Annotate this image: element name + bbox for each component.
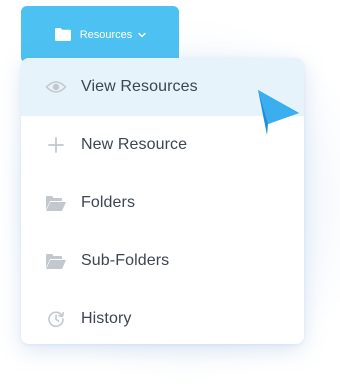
menu-item-label: Folders — [81, 194, 136, 211]
folder-open-icon — [45, 192, 67, 214]
history-icon — [45, 308, 67, 330]
resources-dropdown-button[interactable]: Resources — [21, 6, 179, 63]
pointer-arrow-icon — [258, 90, 299, 135]
menu-item-label: Sub-Folders — [81, 252, 170, 269]
menu-item-label: New Resource — [81, 136, 188, 153]
menu-item-label: History — [81, 310, 132, 327]
menu-item-label: View Resources — [81, 78, 198, 95]
folder-open-icon — [45, 250, 67, 272]
chevron-down-icon — [138, 32, 146, 37]
menu-item-sub-folders[interactable]: Sub-Folders — [21, 232, 304, 290]
plus-icon — [45, 134, 67, 156]
screen: Resources View Resources New Resource Fo… — [0, 0, 340, 386]
menu-item-history[interactable]: History — [21, 290, 304, 344]
folder-icon — [54, 28, 71, 41]
menu-item-folders[interactable]: Folders — [21, 174, 304, 232]
eye-icon — [45, 76, 67, 98]
resources-dropdown-label: Resources — [79, 28, 133, 41]
